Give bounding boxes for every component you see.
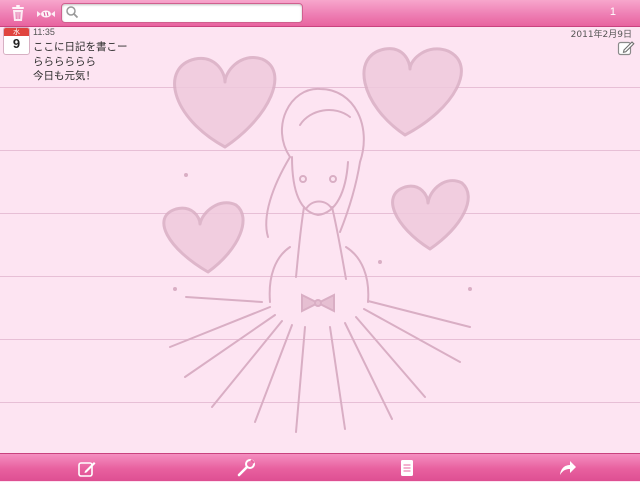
diary-page[interactable]: 水 9 11:35 2011年2月9日 ここに日記を書こー らららららら 今日も… [0, 27, 640, 453]
trash-icon[interactable] [8, 3, 28, 23]
compose-icon[interactable] [77, 458, 97, 478]
search-icon [65, 5, 79, 19]
search-field[interactable] [61, 3, 303, 23]
entry-line: 今日も元気！ [33, 69, 128, 84]
girl-with-hearts-illustration [0, 27, 640, 453]
weekday-label: 水 [4, 28, 29, 36]
share-icon[interactable] [557, 458, 577, 478]
tools-icon[interactable] [236, 458, 256, 478]
entry-time: 11:35 [33, 27, 55, 37]
date-badge: 水 9 [3, 27, 30, 55]
top-toolbar: 1 [0, 0, 640, 27]
edit-entry-icon[interactable] [617, 39, 635, 57]
memo-icon[interactable] [397, 458, 417, 478]
search-input[interactable] [82, 5, 296, 20]
entry-line: ここに日記を書こー [33, 40, 128, 55]
day-number: 9 [4, 36, 29, 52]
page-number: 1 [610, 6, 616, 18]
bottom-toolbar [0, 453, 640, 481]
candy-icon[interactable] [36, 3, 56, 23]
entry-text[interactable]: ここに日記を書こー らららららら 今日も元気！ [33, 40, 128, 84]
entry-line: らららららら [33, 55, 128, 70]
